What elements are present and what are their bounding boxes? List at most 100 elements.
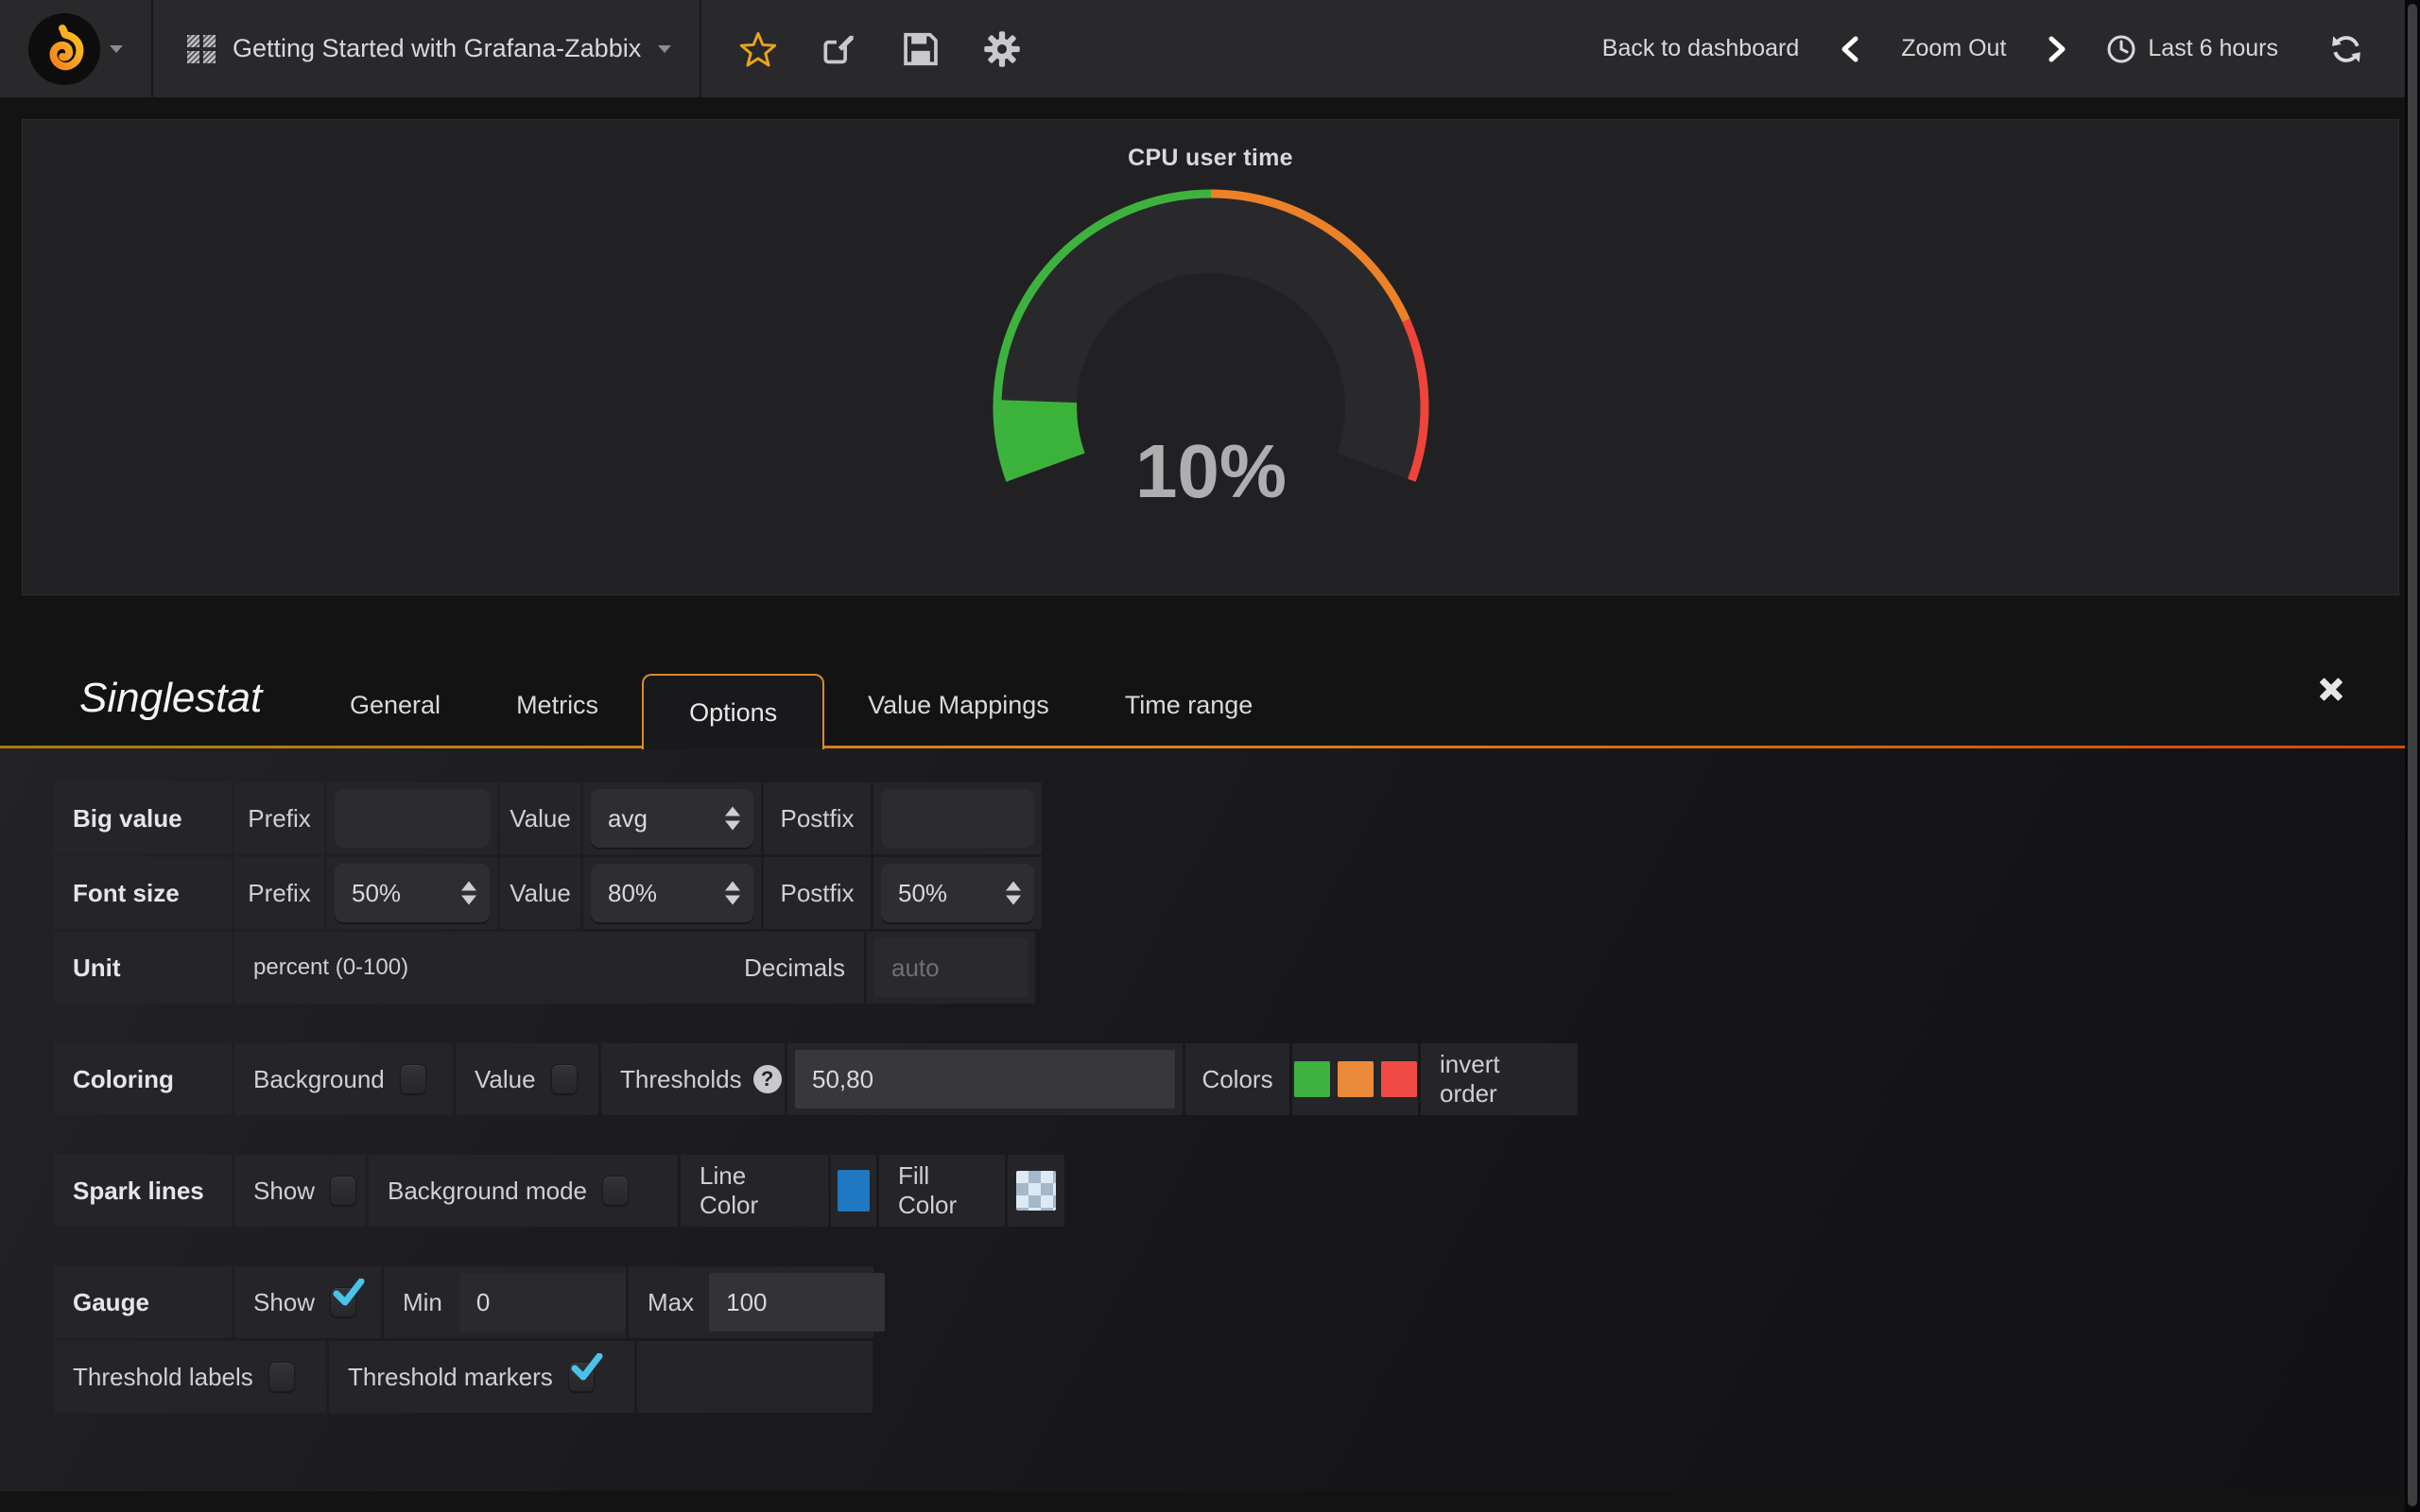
- background-mode-label: Background mode: [388, 1177, 587, 1206]
- line-color-swatch[interactable]: [838, 1170, 870, 1211]
- value-stat-cell: avg: [583, 782, 761, 854]
- decimals-input[interactable]: [874, 938, 1028, 997]
- time-shift-left-button[interactable]: [1824, 21, 1876, 77]
- color-swatches-cell: [1292, 1043, 1418, 1115]
- line-color-label: Line Color: [681, 1155, 828, 1227]
- tab-general[interactable]: General: [312, 691, 478, 748]
- value-checkbox[interactable]: [551, 1064, 578, 1094]
- font-size-row: Font size Prefix 50% Value 80%: [54, 857, 2420, 929]
- tab-value-mappings[interactable]: Value Mappings: [830, 691, 1087, 748]
- threshold-labels-cell: Threshold labels: [54, 1341, 326, 1413]
- dashboard-title: Getting Started with Grafana-Zabbix: [233, 34, 641, 63]
- prefix-font-size-select[interactable]: 50%: [335, 864, 490, 922]
- panel-title[interactable]: CPU user time: [23, 120, 2398, 172]
- threshold-color-green[interactable]: [1294, 1061, 1330, 1097]
- empty-cell: [637, 1341, 873, 1413]
- threshold-markers-label: Threshold markers: [348, 1363, 553, 1392]
- clock-icon: [2106, 34, 2136, 64]
- spark-show-cell: Show: [234, 1155, 366, 1227]
- gauge-chart: 10%: [984, 185, 1438, 533]
- gauge-min-input[interactable]: [459, 1273, 626, 1332]
- coloring-background-cell: Background: [234, 1043, 453, 1115]
- prefix-cell: [327, 782, 497, 854]
- value-label: Value: [500, 782, 580, 854]
- singlestat-panel[interactable]: CPU user time 10%: [22, 119, 2399, 595]
- gauge-row: Gauge Show Min Max: [54, 1266, 2420, 1338]
- dashboard-title-dropdown[interactable]: Getting Started with Grafana-Zabbix: [153, 0, 700, 97]
- editor-tabs: General Metrics Options Value Mappings T…: [312, 595, 1290, 748]
- gauge-show-cell: Show: [234, 1266, 381, 1338]
- postfix-label: Postfix: [764, 857, 871, 929]
- star-button[interactable]: [724, 16, 792, 82]
- threshold-markers-checkbox[interactable]: [568, 1362, 595, 1392]
- gauge-max-input[interactable]: [709, 1273, 885, 1332]
- refresh-button[interactable]: [2316, 21, 2377, 77]
- invert-order-link[interactable]: invert order: [1421, 1043, 1578, 1115]
- back-to-dashboard-link[interactable]: Back to dashboard: [1587, 35, 1814, 62]
- postfix-font-size-select[interactable]: 50%: [881, 864, 1034, 922]
- unit-label: Unit: [54, 932, 232, 1004]
- close-editor-button[interactable]: [2314, 673, 2346, 705]
- tab-metrics[interactable]: Metrics: [478, 691, 636, 748]
- help-icon[interactable]: ?: [753, 1065, 782, 1093]
- tab-time-range[interactable]: Time range: [1087, 691, 1291, 748]
- refresh-icon: [2330, 33, 2362, 65]
- background-mode-checkbox[interactable]: [602, 1176, 629, 1206]
- fill-color-cell: [1008, 1155, 1064, 1227]
- star-icon: [739, 31, 777, 67]
- time-shift-right-button[interactable]: [2031, 21, 2083, 77]
- thresholds-input[interactable]: [795, 1050, 1175, 1108]
- share-button[interactable]: [805, 16, 873, 82]
- spark-show-checkbox[interactable]: [330, 1176, 356, 1206]
- dashboard-actions: [701, 0, 1059, 97]
- scrollbar-thumb[interactable]: [2408, 4, 2417, 1506]
- big-value-prefix-input[interactable]: [335, 789, 490, 848]
- gauge-show-checkbox[interactable]: [330, 1287, 356, 1317]
- gauge-value-arc: [1037, 402, 1047, 467]
- time-range-label: Last 6 hours: [2148, 35, 2278, 62]
- settings-button[interactable]: [968, 16, 1036, 82]
- page-scrollbar[interactable]: [2405, 0, 2420, 1512]
- value-font-size-select[interactable]: 80%: [591, 864, 753, 922]
- font-size-label: Font size: [54, 857, 232, 929]
- save-button[interactable]: [887, 16, 955, 82]
- background-label: Background: [253, 1065, 385, 1094]
- fill-color-label: Fill Color: [879, 1155, 1005, 1227]
- coloring-row: Coloring Background Value T: [54, 1043, 2420, 1115]
- main-menu-button[interactable]: [0, 0, 151, 97]
- spark-lines-section: Spark lines Show Background mode Line Co: [54, 1155, 2420, 1227]
- grafana-app: Getting Started with Grafana-Zabbix: [0, 0, 2420, 1512]
- save-icon: [902, 31, 940, 67]
- gauge-label: Gauge: [54, 1266, 232, 1338]
- zoom-out-button[interactable]: Zoom Out: [1886, 35, 2021, 62]
- value-label: Value: [500, 857, 580, 929]
- gear-icon: [982, 30, 1022, 68]
- navbar-right: Back to dashboard Zoom Out Last 6 hours: [1587, 21, 2420, 77]
- coloring-value-cell: Value: [456, 1043, 598, 1115]
- fill-color-swatch[interactable]: [1016, 1171, 1056, 1211]
- value-options-section: Big value Prefix Value avg Postfix: [54, 782, 2420, 1004]
- big-value-label: Big value: [54, 782, 232, 854]
- unit-picker[interactable]: percent (0-100): [253, 954, 408, 981]
- big-value-postfix-input[interactable]: [881, 789, 1034, 848]
- threshold-color-red[interactable]: [1381, 1061, 1417, 1097]
- chevron-left-icon: [1838, 35, 1862, 63]
- threshold-color-orange[interactable]: [1338, 1061, 1374, 1097]
- thresholds-label: Thresholds: [620, 1065, 742, 1094]
- value-label: Value: [475, 1065, 536, 1094]
- big-value-row: Big value Prefix Value avg Postfix: [54, 782, 2420, 854]
- threshold-labels-checkbox[interactable]: [268, 1362, 295, 1392]
- decimals-label: Decimals: [744, 954, 845, 983]
- value-stat-select[interactable]: avg: [591, 789, 753, 848]
- tab-options[interactable]: Options: [642, 674, 824, 749]
- postfix-size-cell: 50%: [873, 857, 1042, 929]
- gauge-max-cell: Max: [629, 1266, 873, 1338]
- editor-panel-type: Singlestat: [0, 675, 312, 748]
- unit-row: Unit percent (0-100) Decimals: [54, 932, 2420, 1004]
- share-icon: [821, 31, 858, 67]
- line-color-cell: [831, 1155, 876, 1227]
- time-range-picker[interactable]: Last 6 hours: [2093, 34, 2291, 64]
- background-checkbox[interactable]: [400, 1064, 426, 1094]
- spark-lines-label: Spark lines: [54, 1155, 232, 1227]
- gauge-value-label: 10%: [1134, 429, 1286, 513]
